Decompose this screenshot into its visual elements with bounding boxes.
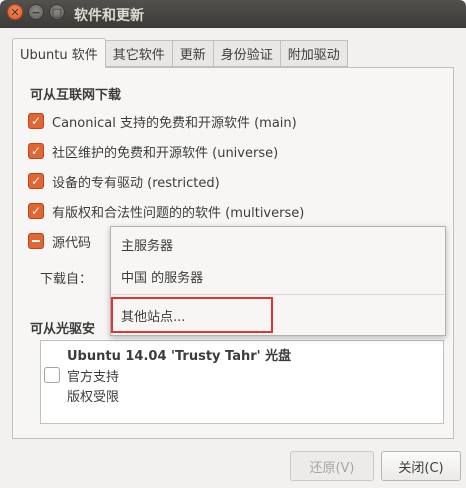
close-window-icon[interactable]: ✕ [7, 4, 23, 20]
disc-line-official: 官方支持 [67, 370, 120, 385]
repo-universe-label: 社区维护的免费和开源软件 (universe) [52, 145, 279, 161]
menu-item-china-server[interactable]: 中国 的服务器 [121, 267, 203, 286]
close-button[interactable]: 关闭(C) [381, 451, 461, 481]
checkbox-checked-icon[interactable]: ✓ [28, 173, 44, 189]
download-from-label: 下载自： [40, 272, 93, 287]
repo-main-row[interactable]: ✓ Canonical 支持的免费和开源软件 (main) [28, 111, 297, 131]
window-title: 软件和更新 [74, 8, 144, 24]
tab-other-software[interactable]: 其它软件 [105, 40, 173, 67]
repo-main-label: Canonical 支持的免费和开源软件 (main) [52, 115, 297, 131]
minimize-window-icon[interactable]: − [28, 4, 44, 20]
checkbox-partial-icon[interactable] [28, 233, 44, 249]
repo-multiverse-row[interactable]: ✓ 有版权和合法性问题的的软件 (multiverse) [28, 201, 304, 221]
checkbox-checked-icon[interactable]: ✓ [28, 203, 44, 219]
menu-item-main-server[interactable]: 主服务器 [121, 235, 173, 254]
cdrom-section-title: 可从光驱安 [30, 322, 96, 337]
disc-title: Ubuntu 14.04 'Trusty Tahr' 光盘 [67, 349, 292, 364]
source-code-label: 源代码 [52, 235, 92, 251]
repo-restricted-label: 设备的专有驱动 (restricted) [52, 175, 220, 191]
repo-universe-row[interactable]: ✓ 社区维护的免费和开源软件 (universe) [28, 141, 278, 161]
disc-line-restricted: 版权受限 [67, 390, 120, 405]
maximize-window-icon[interactable]: □ [49, 4, 65, 20]
repo-multiverse-label: 有版权和合法性问题的的软件 (multiverse) [52, 205, 305, 221]
tab-ubuntu-software[interactable]: Ubuntu 软件 [12, 38, 106, 68]
title-bar: ✕ − □ 软件和更新 [0, 0, 466, 28]
tab-additional-drivers[interactable]: 附加驱动 [280, 40, 348, 67]
highlight-annotation [111, 297, 273, 333]
software-updates-window: ✕ − □ 软件和更新 Ubuntu 软件 其它软件 更新 身份验证 附加驱动 … [0, 0, 466, 488]
internet-section-title: 可从互联网下载 [30, 88, 122, 103]
checkbox-checked-icon[interactable]: ✓ [28, 113, 44, 129]
tab-authentication[interactable]: 身份验证 [213, 40, 281, 67]
repo-restricted-row[interactable]: ✓ 设备的专有驱动 (restricted) [28, 171, 220, 191]
tab-bar: Ubuntu 软件 其它软件 更新 身份验证 附加驱动 [12, 38, 348, 68]
tab-updates[interactable]: 更新 [172, 40, 214, 67]
source-code-row[interactable]: 源代码 [28, 231, 91, 251]
disc-checkbox[interactable] [44, 367, 60, 383]
menu-separator [112, 294, 444, 295]
revert-button[interactable]: 还原(V) [290, 451, 374, 481]
checkbox-checked-icon[interactable]: ✓ [28, 143, 44, 159]
